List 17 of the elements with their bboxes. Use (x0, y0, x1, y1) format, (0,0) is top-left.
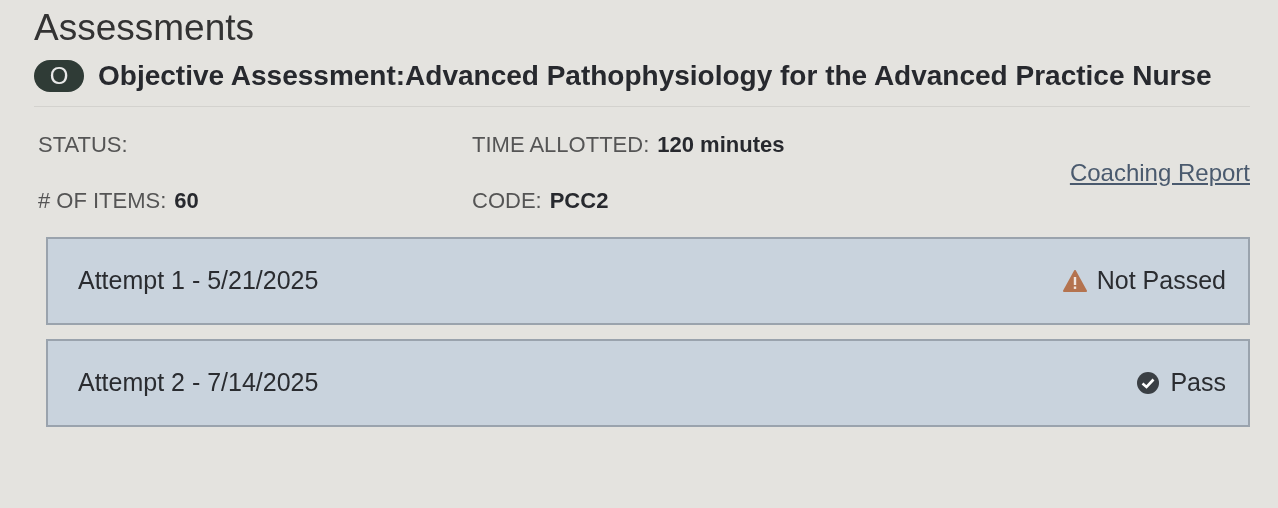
attempt-label: Attempt 2 - 7/14/2025 (78, 367, 319, 399)
field-value: 60 (174, 187, 199, 216)
attempt-result: Pass (1170, 367, 1226, 399)
attempt-row[interactable]: Attempt 1 - 5/21/2025 Not Passed (46, 236, 1250, 325)
field-label: CODE: (472, 187, 542, 216)
attempt-row[interactable]: Attempt 2 - 7/14/2025 Pass (46, 338, 1250, 427)
field-label: # OF ITEMS: (38, 187, 167, 216)
attempt-result: Not Passed (1096, 265, 1226, 297)
field-value: 120 minutes (657, 131, 785, 160)
attempt-label: Attempt 1 - 5/21/2025 (78, 265, 319, 297)
field-label: TIME ALLOTTED: (472, 131, 650, 160)
field-value: PCC2 (549, 187, 609, 216)
page-heading: Assessments (34, 6, 255, 50)
status-badge: O (34, 60, 84, 93)
coaching-report-link[interactable]: Coaching Report (1069, 154, 1250, 191)
field-label: STATUS: (38, 131, 128, 160)
assessment-title: Objective Assessment:Advanced Pathophysiology for the Advanced Practice Nurse (98, 59, 1212, 94)
